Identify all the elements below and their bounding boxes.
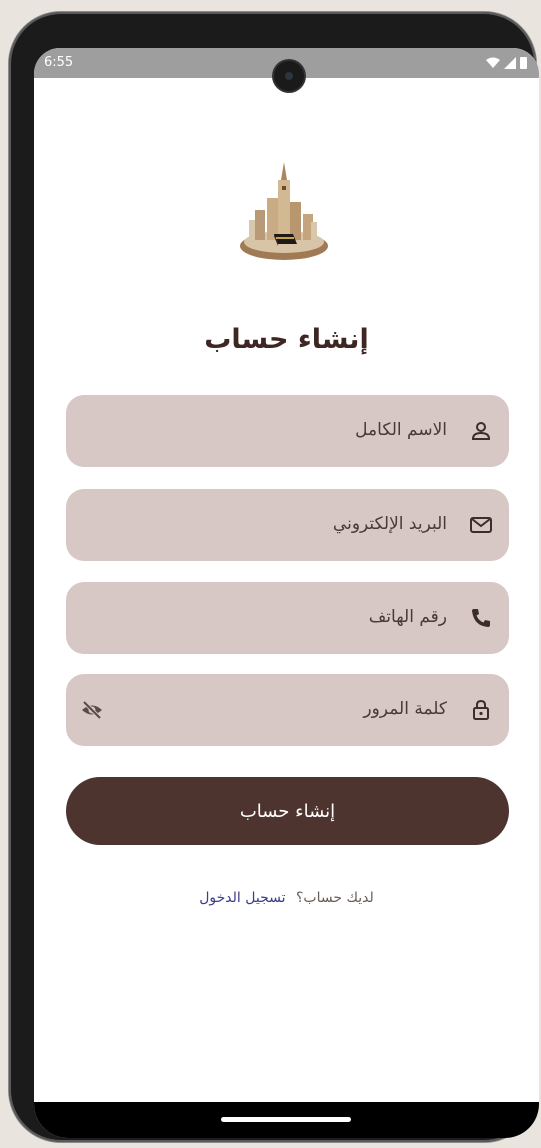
eye-off-icon[interactable] [80, 698, 104, 722]
lock-icon [473, 699, 489, 720]
status-icons [486, 56, 527, 69]
phone-field[interactable]: رقم الهاتف [66, 582, 509, 654]
app-screen: 6:55 إنشاء حساب الاسم الكامل البريد الإل… [34, 48, 539, 1138]
front-camera [274, 61, 304, 91]
signal-icon [504, 56, 516, 69]
full-name-field[interactable]: الاسم الكامل [66, 395, 509, 467]
mail-icon [470, 517, 492, 533]
home-gesture-handle[interactable] [221, 1117, 351, 1122]
kaaba-logo [240, 162, 328, 260]
login-prompt: لديك حساب؟ تسجيل الدخول [34, 890, 539, 906]
status-time: 6:55 [44, 55, 74, 70]
person-icon [471, 422, 491, 440]
password-field[interactable]: كلمة المرور [66, 674, 509, 746]
phone-placeholder: رقم الهاتف [368, 607, 447, 627]
navigation-bar [34, 1102, 539, 1138]
page-title: إنشاء حساب [204, 324, 369, 355]
wifi-icon [486, 57, 500, 68]
password-placeholder: كلمة المرور [363, 699, 447, 719]
email-placeholder: البريد الإلكتروني [332, 514, 447, 534]
battery-icon [520, 57, 527, 69]
login-link[interactable]: تسجيل الدخول [199, 890, 285, 906]
have-account-text: لديك حساب؟ [295, 890, 374, 906]
email-field[interactable]: البريد الإلكتروني [66, 489, 509, 561]
phone-icon [472, 609, 490, 627]
phone-frame: 6:55 إنشاء حساب الاسم الكامل البريد الإل… [9, 12, 539, 1142]
full-name-placeholder: الاسم الكامل [355, 420, 447, 440]
create-account-button[interactable]: إنشاء حساب [66, 777, 509, 845]
